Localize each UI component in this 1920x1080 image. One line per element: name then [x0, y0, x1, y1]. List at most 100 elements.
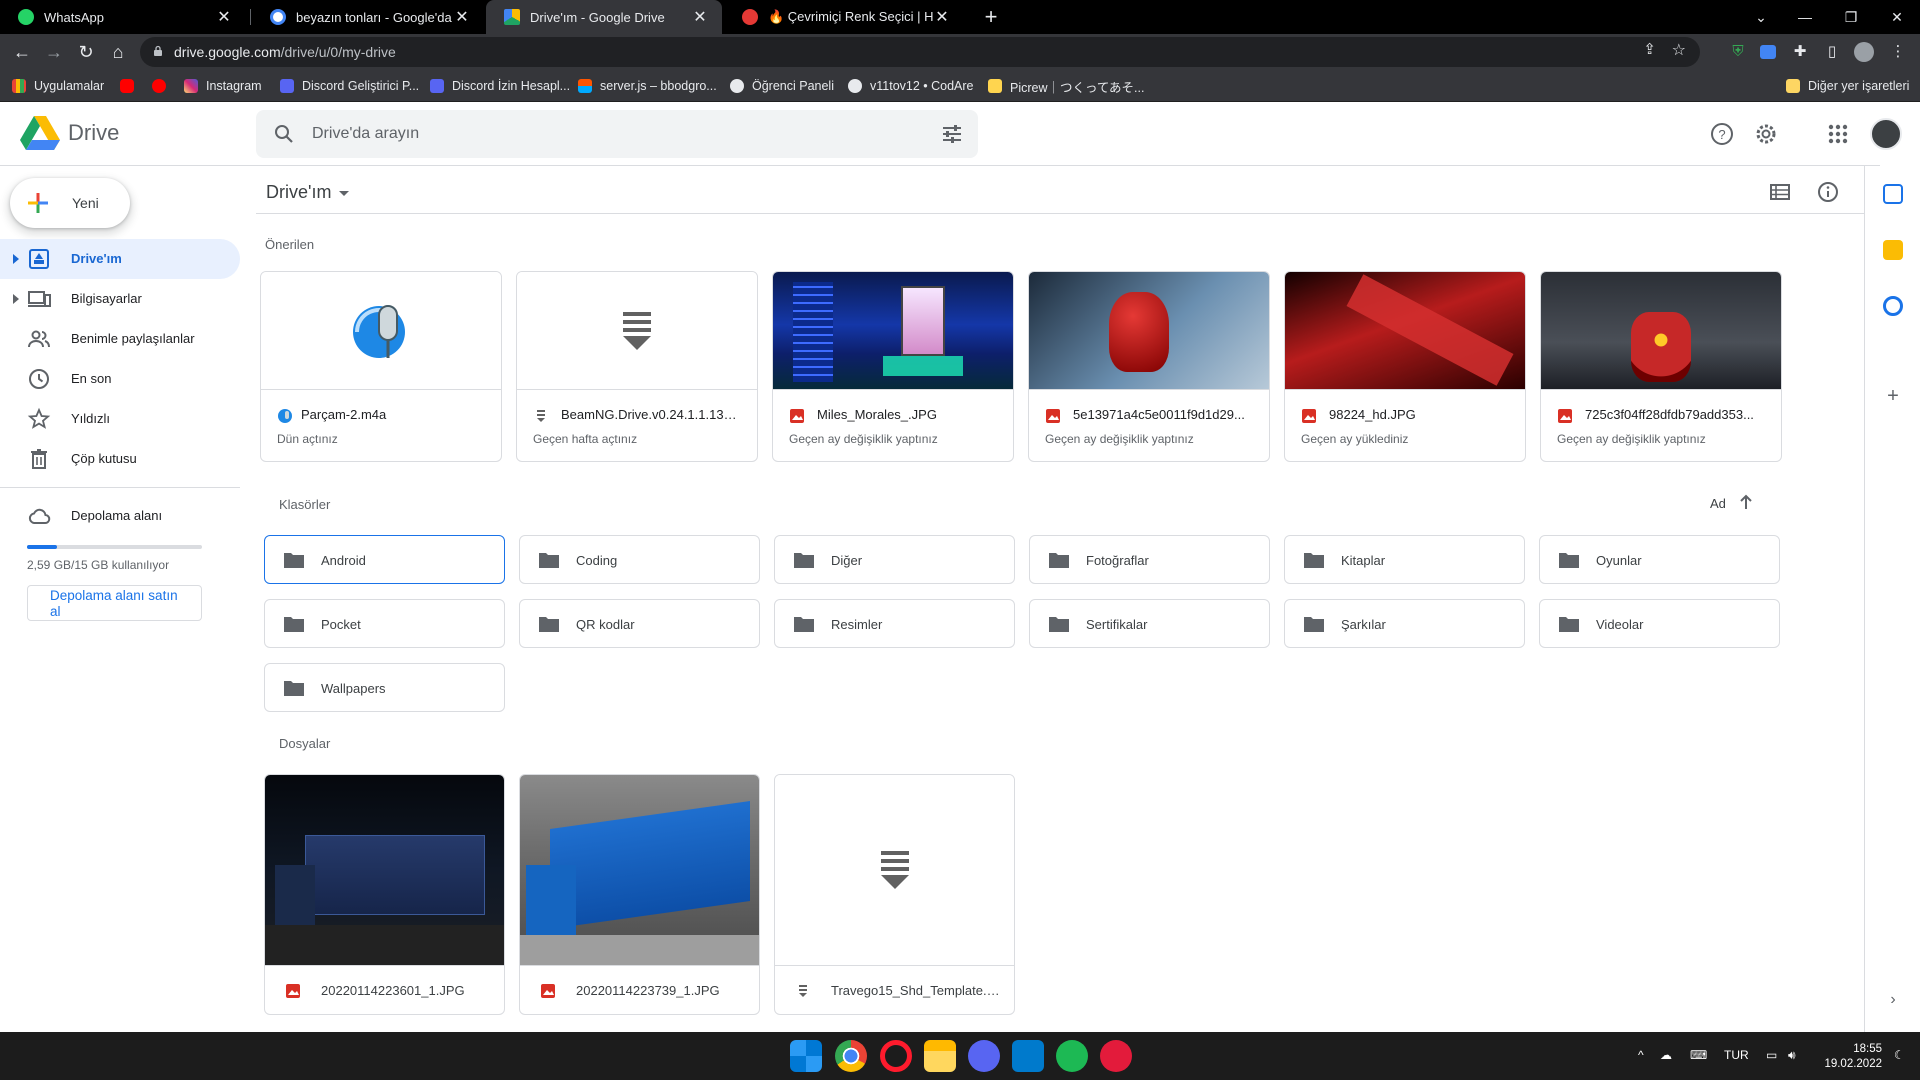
folder-item[interactable]: Videolar [1539, 599, 1780, 648]
profile-avatar-icon[interactable] [1852, 40, 1876, 64]
bookmark-glitch[interactable]: server.js – bbodgro... [578, 76, 717, 96]
close-icon[interactable]: ✕ [454, 7, 470, 27]
expand-caret-icon[interactable] [12, 293, 20, 305]
vscode-icon[interactable] [1012, 1040, 1044, 1072]
new-tab-button[interactable]: + [978, 4, 1004, 30]
keyboard-tray-icon[interactable]: ⌨ [1690, 1048, 1707, 1062]
share-icon[interactable]: ⇪ [1643, 40, 1656, 58]
help-icon[interactable]: ? [1708, 120, 1736, 148]
folder-item[interactable]: Oyunlar [1539, 535, 1780, 584]
suggested-card[interactable]: BeamNG.Drive.v0.24.1.1.134... Geçen haft… [516, 271, 758, 462]
side-panel-icon[interactable]: ▯ [1820, 40, 1844, 64]
account-avatar[interactable] [1870, 118, 1902, 150]
nav-trash[interactable]: Çöp kutusu [0, 439, 240, 479]
keep-icon[interactable] [1883, 240, 1903, 260]
spotify-icon[interactable] [1056, 1040, 1088, 1072]
folder-item[interactable]: Wallpapers [264, 663, 505, 712]
new-button[interactable]: Yeni [10, 178, 130, 228]
tab-color-picker[interactable]: 🔥 Çevrimiçi Renk Seçici | HEX R ✕ [724, 0, 964, 34]
file-card[interactable]: 20220114223739_1.JPG [519, 774, 760, 1015]
close-icon[interactable]: ✕ [692, 7, 708, 27]
sort-by-name-button[interactable]: Ad [1710, 496, 1726, 511]
nav-storage[interactable]: Depolama alanı [0, 496, 240, 536]
file-explorer-icon[interactable] [924, 1040, 956, 1072]
shield-extension-icon[interactable]: ⛨ [1726, 40, 1750, 64]
folder-item[interactable]: Resimler [774, 599, 1015, 648]
translate-extension-icon[interactable] [1756, 40, 1780, 64]
page-title[interactable]: Drive'ım [266, 182, 350, 203]
other-bookmarks[interactable]: Diğer yer işaretleri [1786, 76, 1909, 96]
nav-starred[interactable]: Yıldızlı [0, 399, 240, 439]
bookmark-codare[interactable]: v11tov12 • CodAre [848, 76, 974, 96]
tab-google-search[interactable]: beyazın tonları - Google'da Ara ✕ [252, 0, 484, 34]
bookmark-apps[interactable]: Uygulamalar [12, 76, 104, 96]
bookmark-star-icon[interactable]: ☆ [1672, 40, 1686, 60]
close-icon[interactable]: ✕ [216, 7, 232, 27]
tab-whatsapp[interactable]: WhatsApp ✕ [0, 0, 246, 34]
drive-logo-icon[interactable] [20, 116, 60, 152]
tasks-icon[interactable] [1883, 296, 1903, 316]
extensions-puzzle-icon[interactable]: ✚ [1788, 40, 1812, 64]
buy-storage-button[interactable]: Depolama alanı satın al [27, 585, 202, 621]
search-input[interactable] [312, 122, 872, 146]
get-addons-plus-icon[interactable]: + [1883, 386, 1903, 406]
tab-google-drive[interactable]: Drive'ım - Google Drive ✕ [486, 0, 722, 34]
bookmark-ogrenci[interactable]: Öğrenci Paneli [730, 76, 834, 96]
folder-item[interactable]: Coding [519, 535, 760, 584]
folder-item[interactable]: Android [264, 535, 505, 584]
notifications-moon-icon[interactable]: ☾ [1894, 1048, 1905, 1062]
tray-chevron-icon[interactable]: ^ [1638, 1048, 1644, 1062]
home-button[interactable]: ⌂ [104, 38, 132, 66]
tab-search-chevron-icon[interactable]: ⌄ [1738, 0, 1784, 34]
close-icon[interactable]: ✕ [934, 7, 950, 27]
address-bar[interactable]: drive.google.com/drive/u/0/my-drive ⇪ ☆ [140, 37, 1700, 67]
expand-caret-icon[interactable] [12, 253, 20, 265]
display-tray-icon[interactable]: ▭ [1766, 1048, 1777, 1062]
bookmark-discord-perm[interactable]: Discord İzin Hesapl... [430, 76, 570, 96]
language-indicator[interactable]: TUR [1724, 1048, 1749, 1062]
suggested-card[interactable]: 725c3f04ff28dfdb79add353... Geçen ay değ… [1540, 271, 1782, 462]
back-button[interactable]: ← [8, 38, 36, 66]
calendar-icon[interactable] [1883, 184, 1903, 204]
suggested-card[interactable]: 98224_hd.JPG Geçen ay yüklediniz [1284, 271, 1526, 462]
suggested-card[interactable]: Miles_Morales_.JPG Geçen ay değişiklik y… [772, 271, 1014, 462]
collapse-panel-chevron-icon[interactable]: › [1883, 990, 1903, 1010]
sort-ascending-arrow-icon[interactable] [1738, 493, 1754, 511]
restore-button[interactable]: ❐ [1828, 0, 1874, 34]
nav-shared-with-me[interactable]: Benimle paylaşılanlar [0, 319, 240, 359]
folder-item[interactable]: Pocket [264, 599, 505, 648]
suggested-card[interactable]: Parçam-2.m4a Dün açtınız [260, 271, 502, 462]
search-bar[interactable] [256, 110, 978, 158]
bookmark-discord-dev[interactable]: Discord Geliştirici P... [280, 76, 419, 96]
folder-item[interactable]: Diğer [774, 535, 1015, 584]
window-close-button[interactable]: ✕ [1874, 0, 1920, 34]
suggested-card[interactable]: 5e13971a4c5e0011f9d1d29... Geçen ay deği… [1028, 271, 1270, 462]
list-view-icon[interactable] [1768, 180, 1792, 204]
folder-item[interactable]: Kitaplar [1284, 535, 1525, 584]
bookmark-instagram[interactable]: Instagram [184, 76, 262, 96]
browser-menu-icon[interactable]: ⋮ [1886, 40, 1910, 64]
windows-start-icon[interactable] [790, 1040, 822, 1072]
folder-item[interactable]: Sertifikalar [1029, 599, 1270, 648]
system-clock[interactable]: 18:55 19.02.2022 [1812, 1042, 1882, 1072]
search-icon[interactable] [272, 122, 296, 146]
search-options-icon[interactable] [940, 122, 964, 146]
network-tray-icon[interactable]: ☁ [1660, 1048, 1672, 1062]
bookmark-youtube-2[interactable] [152, 76, 174, 96]
reload-button[interactable]: ↻ [72, 38, 100, 66]
google-apps-icon[interactable] [1824, 120, 1852, 148]
nav-my-drive[interactable]: Drive'ım [0, 239, 240, 279]
opera-icon[interactable] [880, 1040, 912, 1072]
file-card[interactable]: Travego15_Shd_Template.s... [774, 774, 1015, 1015]
folder-item[interactable]: Fotoğraflar [1029, 535, 1270, 584]
forward-button[interactable]: → [40, 38, 68, 66]
minimize-button[interactable]: — [1782, 0, 1828, 34]
folder-item[interactable]: Şarkılar [1284, 599, 1525, 648]
folder-item[interactable]: QR kodlar [519, 599, 760, 648]
settings-gear-icon[interactable] [1752, 120, 1780, 148]
chrome-icon[interactable] [835, 1040, 867, 1072]
nav-computers[interactable]: Bilgisayarlar [0, 279, 240, 319]
bookmark-youtube[interactable] [120, 76, 142, 96]
app-red-icon[interactable] [1100, 1040, 1132, 1072]
discord-icon[interactable] [968, 1040, 1000, 1072]
